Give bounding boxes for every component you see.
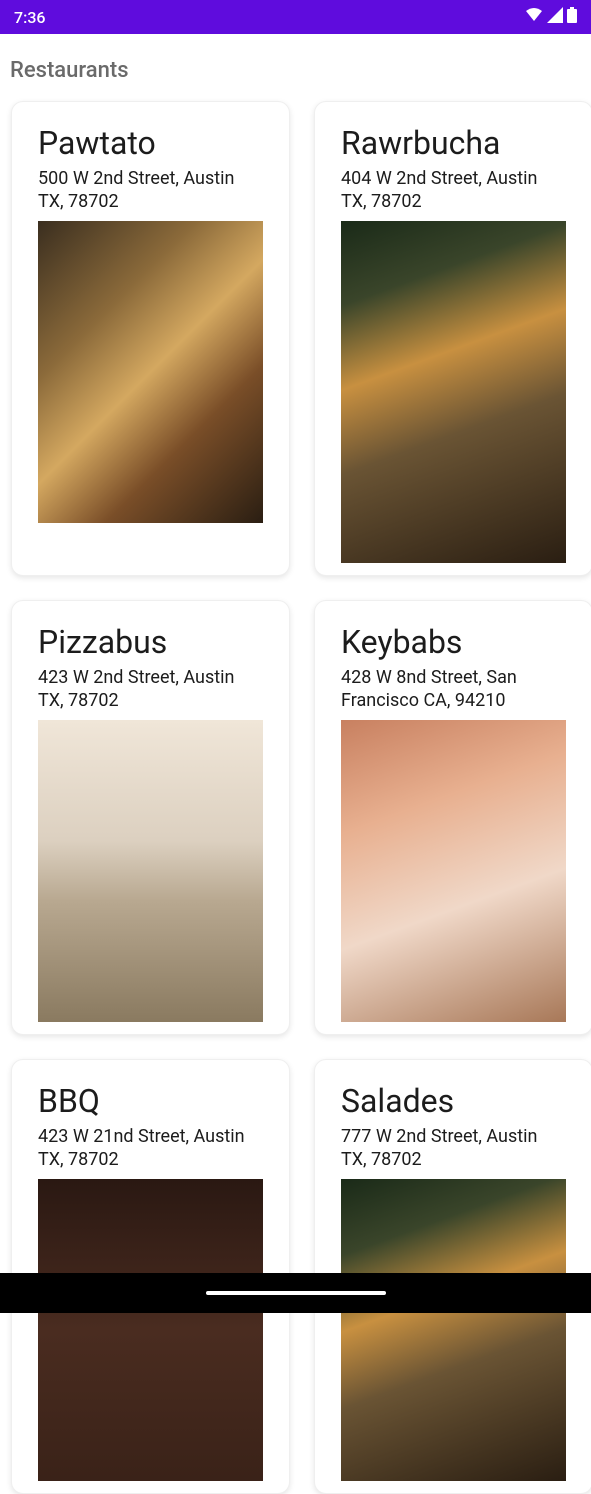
restaurant-name: Pizzabus <box>38 623 263 661</box>
status-bar: 7:36 <box>0 0 591 34</box>
restaurant-name: BBQ <box>38 1082 263 1120</box>
restaurant-photo <box>341 1179 566 1481</box>
restaurant-name: Pawtato <box>38 124 263 162</box>
status-time: 7:36 <box>14 8 46 27</box>
cell-signal-icon <box>547 7 563 27</box>
android-nav-bar <box>0 1273 591 1313</box>
restaurant-card[interactable]: Pawtato 500 W 2nd Street, Austin TX, 787… <box>11 101 290 576</box>
restaurant-photo <box>38 720 263 1022</box>
restaurant-name: Keybabs <box>341 623 566 661</box>
restaurant-card[interactable]: Keybabs 428 W 8nd Street, San Francisco … <box>314 600 591 1035</box>
restaurant-address: 423 W 2nd Street, Austin TX, 78702 <box>38 667 263 712</box>
battery-icon <box>567 7 577 27</box>
restaurant-name: Rawrbucha <box>341 124 566 162</box>
home-indicator[interactable] <box>206 1291 386 1295</box>
page-title: Restaurants <box>0 34 591 101</box>
restaurant-photo <box>341 221 566 563</box>
restaurant-address: 500 W 2nd Street, Austin TX, 78702 <box>38 168 263 213</box>
restaurant-address: 777 W 2nd Street, Austin TX, 78702 <box>341 1126 566 1171</box>
status-icons <box>525 7 577 27</box>
restaurant-card[interactable]: Pizzabus 423 W 2nd Street, Austin TX, 78… <box>11 600 290 1035</box>
restaurant-photo <box>341 720 566 1022</box>
wifi-icon <box>525 7 543 27</box>
restaurant-address: 404 W 2nd Street, Austin TX, 78702 <box>341 168 566 213</box>
restaurant-address: 428 W 8nd Street, San Francisco CA, 9421… <box>341 667 566 712</box>
restaurant-photo <box>38 1179 263 1481</box>
restaurant-card[interactable]: Rawrbucha 404 W 2nd Street, Austin TX, 7… <box>314 101 591 576</box>
restaurant-address: 423 W 21nd Street, Austin TX, 78702 <box>38 1126 263 1171</box>
restaurant-photo <box>38 221 263 523</box>
restaurant-name: Salades <box>341 1082 566 1120</box>
